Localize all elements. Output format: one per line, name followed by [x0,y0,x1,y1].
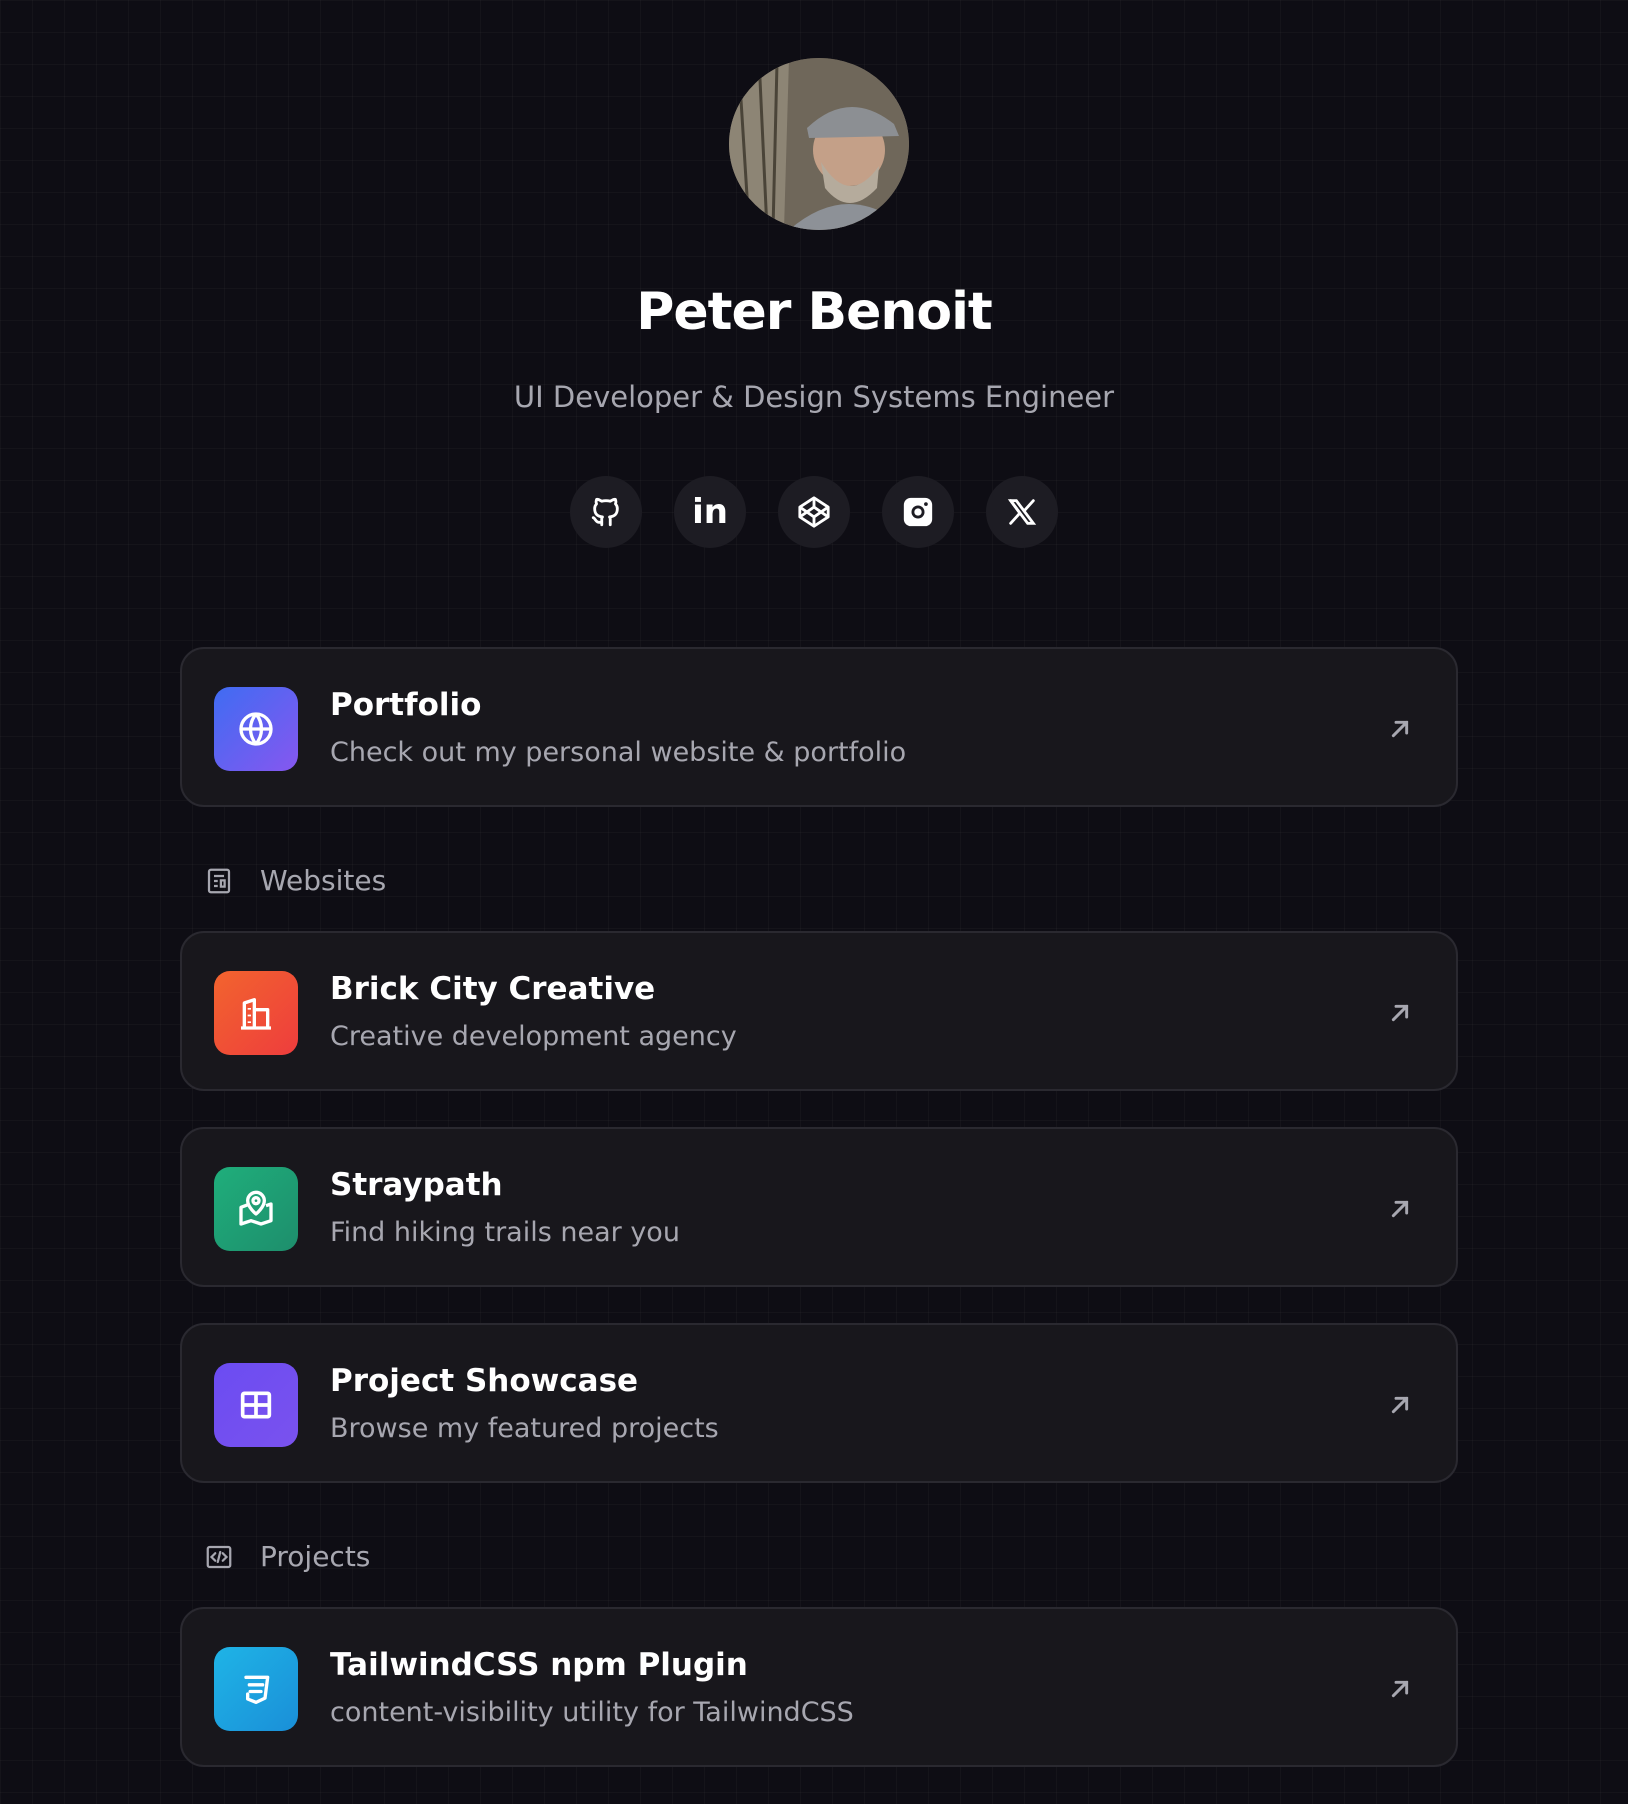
section-header-projects: Projects [204,1540,370,1573]
social-links: in [0,476,1628,548]
card-description: Creative development agency [330,1021,737,1052]
card-description: content-visibility utility for TailwindC… [330,1697,854,1728]
github-link[interactable] [570,476,642,548]
codepen-icon [798,496,830,528]
section-label: Websites [260,864,387,897]
building-icon [214,971,298,1055]
link-card[interactable]: Straypath Find hiking trails near you [180,1127,1458,1287]
card-title: Straypath [330,1167,503,1203]
card-title: TailwindCSS npm Plugin [330,1647,748,1683]
portfolio-card[interactable]: Portfolio Check out my personal website … [180,647,1458,807]
github-icon [591,497,619,527]
newspaper-icon [207,868,231,893]
profile-name: Peter Benoit [636,282,993,342]
link-card[interactable]: Brick City Creative Creative development… [180,931,1458,1091]
arrow-up-right-icon [1391,1680,1409,1698]
globe-icon [214,687,298,771]
grid-icon [214,1363,298,1447]
section-label: Projects [260,1540,371,1573]
map-pin-icon [214,1167,298,1251]
card-title: Project Showcase [330,1363,639,1399]
instagram-link[interactable] [882,476,954,548]
link-card[interactable]: TailwindCSS npm Plugin content-visibilit… [180,1607,1458,1767]
card-title: Brick City Creative [330,971,656,1007]
code-icon [206,1545,232,1568]
section-header-websites: Websites [204,864,386,897]
link-card[interactable]: Project Showcase Browse my featured proj… [180,1323,1458,1483]
codepen-link[interactable] [778,476,850,548]
x-link[interactable] [986,476,1058,548]
card-title: Portfolio [330,687,482,723]
css-icon [214,1647,298,1731]
arrow-up-right-icon [1391,1396,1409,1414]
arrow-up-right-icon [1391,720,1409,738]
linkedin-icon: in [692,492,728,532]
card-description: Check out my personal website & portfoli… [330,737,907,768]
linkedin-link[interactable]: in [674,476,746,548]
arrow-up-right-icon [1391,1004,1409,1022]
profile-tagline: UI Developer & Design Systems Engineer [513,380,1115,414]
card-description: Find hiking trails near you [330,1217,680,1248]
instagram-icon [903,497,933,527]
card-description: Browse my featured projects [330,1413,719,1444]
arrow-up-right-icon [1391,1200,1409,1218]
avatar [729,58,909,230]
x-icon [1007,499,1037,525]
